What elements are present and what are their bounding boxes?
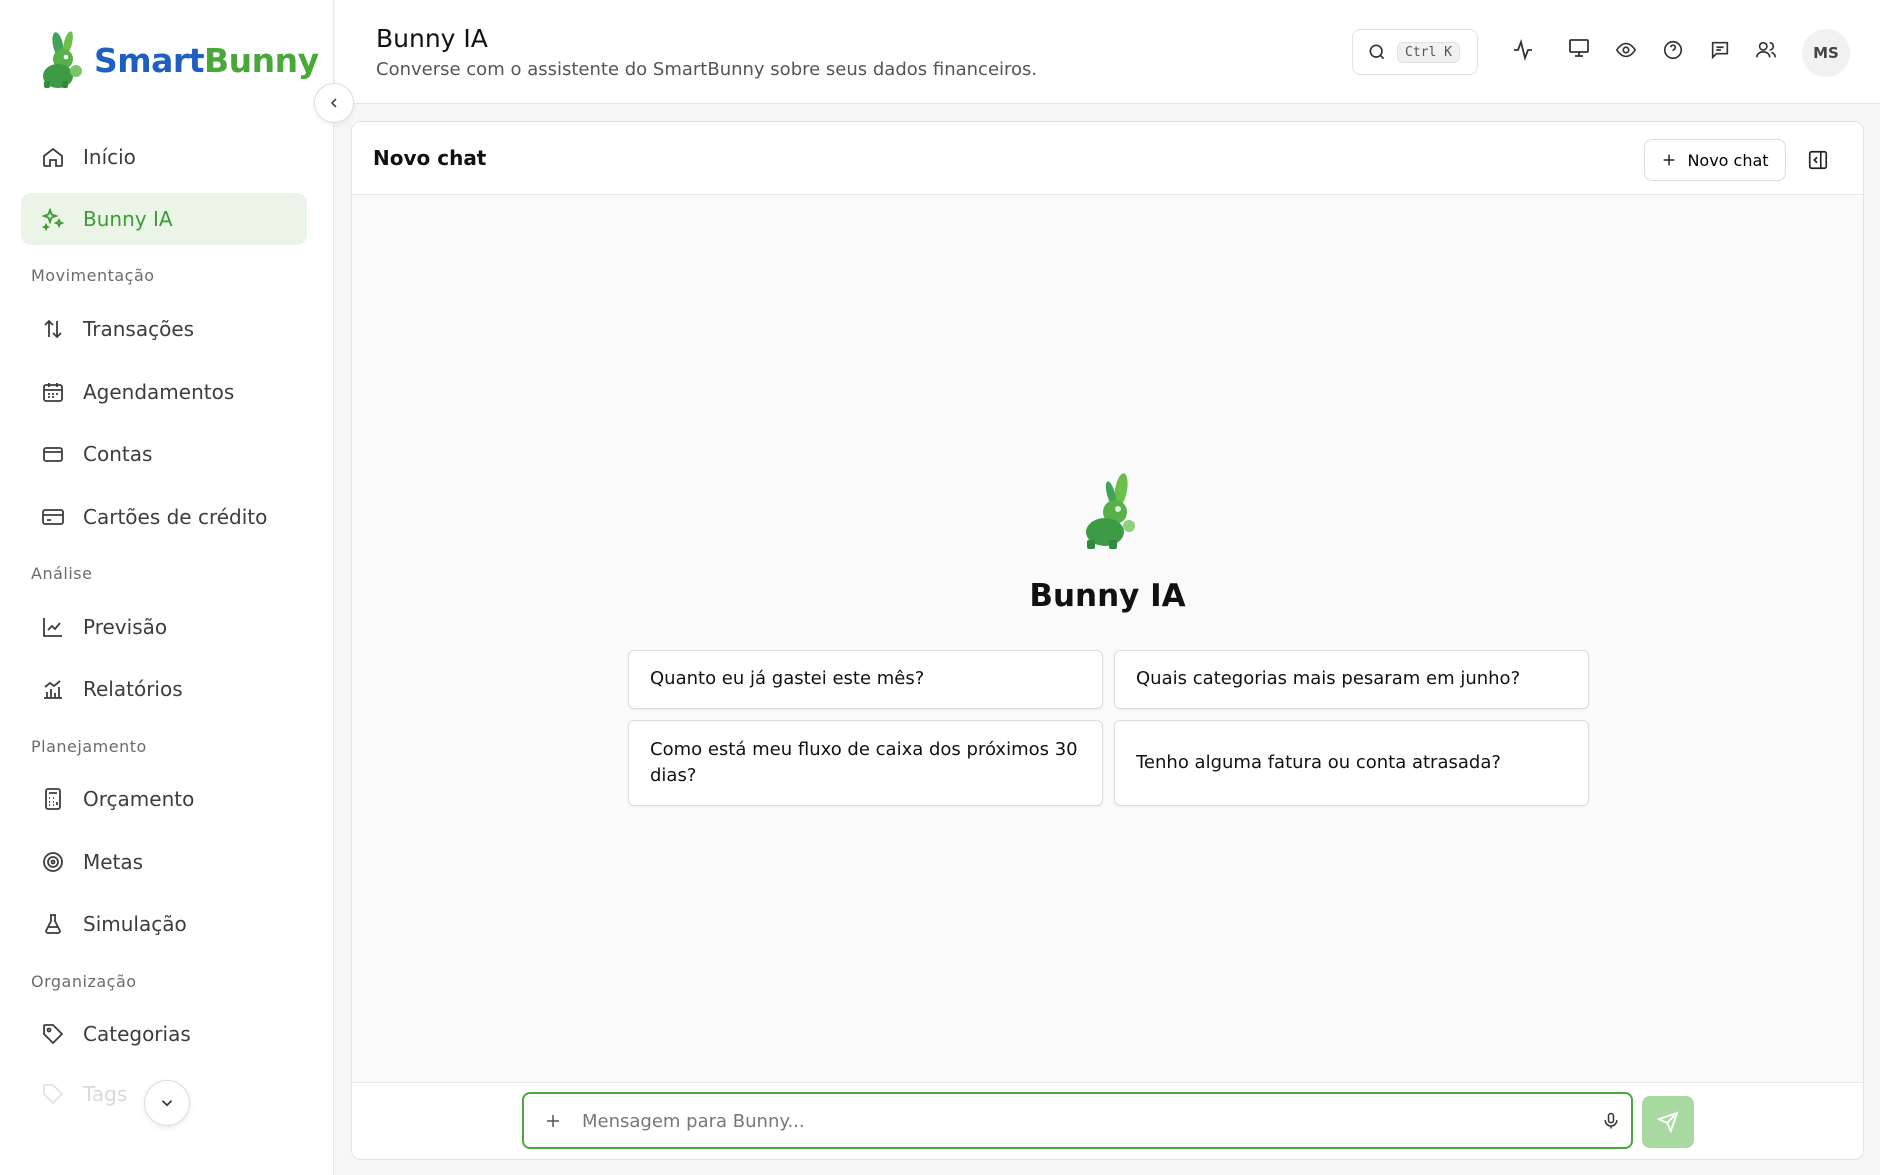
microphone-icon (1604, 1112, 1618, 1129)
sidebar-item-label: Bunny IA (83, 207, 173, 231)
bunny-logo-icon (43, 31, 82, 88)
message-square-icon (1711, 41, 1729, 60)
sidebar-item-label: Cartões de crédito (83, 505, 268, 529)
sidebar-item-label: Previsão (83, 615, 168, 639)
monitor-icon (1569, 39, 1589, 57)
visibility-button[interactable] (1612, 36, 1640, 64)
sidebar-item-label: Agendamentos (83, 380, 235, 404)
sidebar-item-metas[interactable]: Metas (21, 836, 307, 888)
chat-panel: Novo chat Novo chat Bunny IA Quanto eu j… (351, 121, 1864, 1160)
calculator-icon (45, 788, 61, 810)
message-input[interactable] (582, 1106, 1542, 1136)
suggestion-text: Quais categorias mais pesaram em junho? (1136, 668, 1521, 690)
wallet-icon (43, 447, 63, 462)
sidebar-item-label: Simulação (83, 912, 187, 936)
section-label-movimentacao: Movimentação (31, 266, 155, 285)
smartbunny-logo[interactable]: SmartBunny (36, 30, 319, 90)
collapse-sidebar-button[interactable] (314, 83, 354, 123)
chat-title: Novo chat (373, 146, 487, 170)
flask-icon (45, 914, 61, 934)
message-composer (522, 1092, 1633, 1149)
suggestion-card[interactable]: Quanto eu já gastei este mês? (628, 650, 1103, 709)
user-avatar[interactable]: MS (1802, 29, 1850, 77)
sidebar-item-cartoes[interactable]: Cartões de crédito (21, 491, 307, 543)
sidebar-item-label: Metas (83, 850, 144, 874)
sidebar-item-label: Relatórios (83, 677, 183, 701)
chevron-down-icon (161, 1100, 173, 1107)
arrows-up-down-icon (44, 319, 62, 339)
sidebar-item-previsao[interactable]: Previsão (21, 601, 307, 653)
chat-panel-header: Novo chat Novo chat (352, 122, 1863, 195)
suggestion-card[interactable]: Como está meu fluxo de caixa dos próximo… (628, 720, 1103, 806)
sidebar-item-label: Transações (83, 317, 195, 341)
suggestion-text: Quanto eu já gastei este mês? (650, 668, 925, 690)
send-button[interactable] (1642, 1096, 1694, 1148)
calendar-icon (43, 383, 63, 402)
composer-area (352, 1082, 1863, 1159)
sidebar-item-transacoes[interactable]: Transações (21, 303, 307, 355)
suggestion-card[interactable]: Quais categorias mais pesaram em junho? (1114, 650, 1589, 709)
eye-icon (1615, 42, 1637, 58)
section-label-planejamento: Planejamento (31, 737, 147, 756)
activity-button[interactable] (1509, 36, 1537, 64)
send-icon (1657, 1111, 1679, 1133)
search-icon (1369, 44, 1385, 60)
credit-card-icon (42, 509, 64, 525)
tags-icon (43, 1084, 64, 1105)
suggestion-text: Tenho alguma fatura ou conta atrasada? (1136, 751, 1501, 773)
tag-icon (43, 1024, 64, 1045)
suggestion-text: Como está meu fluxo de caixa dos próximo… (650, 738, 1078, 786)
sidebar-item-inicio[interactable]: Início (21, 131, 307, 183)
top-header: Bunny IA Converse com o assistente do Sm… (335, 0, 1880, 104)
assistant-title: Bunny IA (1029, 578, 1186, 614)
new-chat-label: Novo chat (1687, 150, 1769, 170)
sidebar: SmartBunny Início Bunny IA Movimentação … (0, 0, 334, 1175)
users-icon (1756, 41, 1776, 58)
sidebar-item-label: Tags (83, 1082, 128, 1106)
plus-icon (1664, 154, 1675, 166)
sidebar-item-simulacao[interactable]: Simulação (21, 898, 307, 950)
attach-button[interactable] (542, 1110, 564, 1132)
help-button[interactable] (1659, 36, 1687, 64)
monitor-button[interactable] (1565, 34, 1593, 62)
sidebar-item-label: Contas (83, 442, 153, 466)
sidebar-item-label: Início (83, 145, 136, 169)
search-button[interactable]: Ctrl K (1352, 29, 1478, 75)
section-label-organizacao: Organização (31, 972, 137, 991)
sidebar-item-agendamentos[interactable]: Agendamentos (21, 366, 307, 418)
voice-input-button[interactable] (1599, 1109, 1623, 1133)
chevron-left-icon (330, 98, 337, 108)
sidebar-item-label: Categorias (83, 1022, 191, 1046)
bar-chart-icon (44, 680, 62, 699)
section-label-analise: Análise (31, 564, 93, 583)
sidebar-item-contas[interactable]: Contas (21, 428, 307, 480)
bunny-mascot-icon (1086, 473, 1135, 549)
line-chart-icon (43, 618, 62, 637)
target-icon (43, 852, 63, 872)
page-title: Bunny IA (376, 24, 488, 53)
new-chat-button[interactable]: Novo chat (1644, 139, 1786, 181)
activity-icon (1514, 38, 1532, 62)
brand-name: SmartBunny (94, 40, 319, 80)
feedback-button[interactable] (1706, 36, 1734, 64)
sidebar-item-orcamento[interactable]: Orçamento (21, 773, 307, 825)
search-shortcut: Ctrl K (1397, 41, 1460, 63)
plus-icon (547, 1115, 559, 1127)
users-button[interactable] (1752, 36, 1780, 64)
sidebar-item-relatorios[interactable]: Relatórios (21, 663, 307, 715)
sidebar-scroll-down-button[interactable] (144, 1080, 190, 1126)
sidebar-item-bunny-ia[interactable]: Bunny IA (21, 193, 307, 245)
toggle-history-panel-button[interactable] (1805, 147, 1831, 173)
sidebar-item-categorias[interactable]: Categorias (21, 1008, 307, 1060)
sparkles-icon (41, 207, 65, 231)
sidebar-item-tags[interactable]: Tags (41, 1082, 127, 1106)
home-icon (43, 147, 63, 167)
panel-left-icon (1808, 150, 1828, 170)
page-subtitle: Converse com o assistente do SmartBunny … (376, 59, 1038, 80)
sidebar-item-label: Orçamento (83, 787, 195, 811)
help-circle-icon (1663, 40, 1683, 60)
suggestion-card[interactable]: Tenho alguma fatura ou conta atrasada? (1114, 720, 1589, 806)
